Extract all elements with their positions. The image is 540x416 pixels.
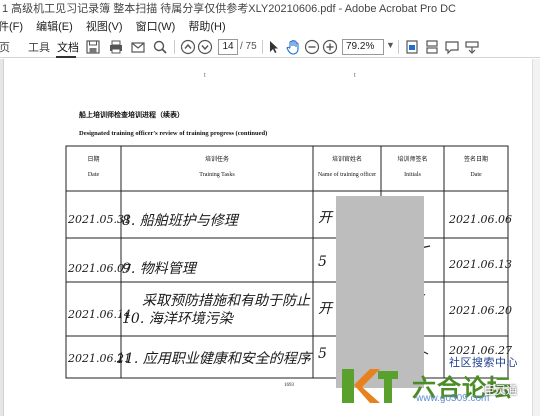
- row-3-task-line1: 采取预防措施和有助于防止: [142, 293, 310, 309]
- header-task-en: Training Tasks: [199, 172, 235, 178]
- row-3-sign-date: 2021.06.20: [449, 304, 512, 317]
- row-3-name: 开: [318, 301, 332, 317]
- row-2-task: 9. 物料管理: [122, 261, 196, 277]
- header-date-en: Date: [87, 172, 100, 178]
- row-1-sign-date: 2021.06.06: [449, 213, 512, 226]
- header-task-cn: 培训任务: [204, 157, 229, 163]
- redaction-block: [336, 196, 424, 388]
- row-1-name: 开: [318, 210, 332, 226]
- row-2-name: 5: [318, 254, 327, 270]
- row-3-task-line2: 10. 海洋环境污染: [122, 311, 233, 327]
- row-4-name: 5: [318, 346, 327, 362]
- header-signdate-cn: 签名日期: [463, 157, 488, 163]
- header-signdate-en: Date: [470, 172, 482, 178]
- header-date-cn: 日期: [87, 157, 100, 163]
- header-initials-en: Initials: [404, 172, 421, 178]
- watermark-logo-icon: [342, 369, 398, 403]
- header-name-en: Name of training officer: [317, 172, 377, 178]
- page-number-footer: 1693: [284, 383, 294, 388]
- header-name-cn: 培训官姓名: [331, 157, 362, 163]
- watermark-username: 臣灵通: [484, 385, 517, 397]
- row-4-task: 11. 应用职业健康和安全的程序: [116, 351, 311, 367]
- row-1-task: 8. 船舶班护与修理: [122, 213, 238, 229]
- header-initials-cn: 培训师签名: [397, 157, 428, 163]
- watermark-url: www.go509.com: [416, 393, 490, 404]
- row-2-sign-date: 2021.06.13: [449, 258, 512, 271]
